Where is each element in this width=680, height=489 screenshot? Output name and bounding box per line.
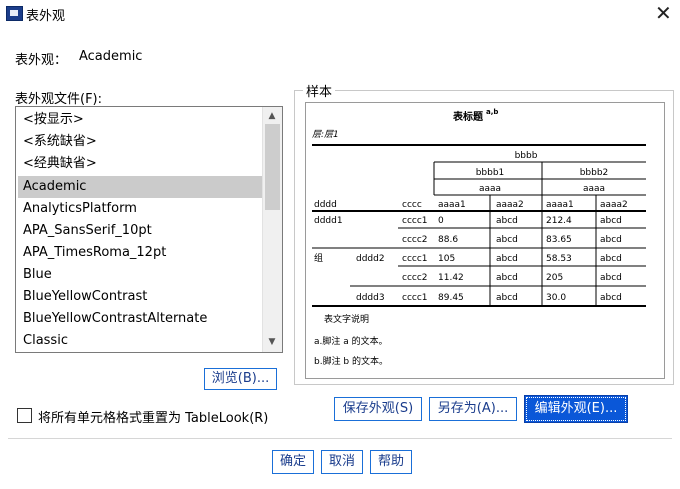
group-label: 组 bbox=[314, 252, 323, 264]
row-dim-cccc: cccc bbox=[402, 200, 422, 210]
reset-tablelook-label: 将所有单元格格式重置为 TableLook(R) bbox=[38, 411, 269, 426]
help-button[interactable]: 帮助 bbox=[370, 450, 412, 474]
cell: abcd bbox=[600, 273, 622, 283]
save-as-button[interactable]: 另存为(A)... bbox=[429, 397, 517, 421]
look-files-listbox[interactable]: <按显示> <系统缺省> <经典缺省> Academic AnalyticsPl… bbox=[15, 106, 283, 353]
sample-title-superscript: a,b bbox=[486, 108, 498, 116]
list-item[interactable]: AnalyticsPlatform bbox=[18, 198, 266, 220]
row-sub: cccc2 bbox=[402, 273, 428, 283]
col-leaf-3: aaaa1 bbox=[546, 200, 574, 210]
col-header-aaaa-1: aaaa bbox=[479, 184, 501, 194]
cell: 105 bbox=[438, 254, 455, 264]
col-leaf-1: aaaa1 bbox=[438, 200, 466, 210]
row-label: dddd1 bbox=[314, 216, 343, 226]
scroll-up-icon[interactable]: ▲ bbox=[266, 110, 278, 122]
cell: abcd bbox=[496, 254, 518, 264]
col-leaf-2: aaaa2 bbox=[496, 200, 524, 210]
scroll-down-icon[interactable]: ▼ bbox=[266, 336, 278, 348]
list-item[interactable]: <经典缺省> bbox=[18, 153, 266, 175]
sample-row-1: dddd1 cccc1 0 abcd 212.4 abcd bbox=[314, 216, 622, 226]
list-item[interactable]: <系统缺省> bbox=[18, 131, 266, 153]
sample-row-3: 组 dddd2 cccc1 105 abcd 58.53 abcd bbox=[314, 252, 622, 264]
row-label: dddd2 bbox=[356, 254, 385, 264]
list-item[interactable]: APA_TimesRoma_12pt bbox=[18, 242, 266, 264]
col-header-bbbb2: bbbb2 bbox=[580, 168, 609, 178]
cell: abcd bbox=[496, 235, 518, 245]
footer-separator bbox=[8, 438, 672, 439]
ok-button[interactable]: 确定 bbox=[272, 450, 314, 474]
app-icon bbox=[6, 6, 23, 21]
row-label: dddd3 bbox=[356, 293, 385, 303]
cell: abcd bbox=[600, 293, 622, 303]
sample-row-2: cccc2 88.6 abcd 83.65 abcd bbox=[402, 235, 622, 245]
row-sub: cccc1 bbox=[402, 216, 428, 226]
col-leaf-4: aaaa2 bbox=[600, 200, 628, 210]
sample-caption: 表文字说明 bbox=[324, 313, 369, 325]
list-item-selected[interactable]: Academic bbox=[18, 176, 266, 198]
cell: abcd bbox=[600, 216, 622, 226]
sample-footnote-b: b.脚注 b 的文本。 bbox=[314, 355, 388, 367]
cell: abcd bbox=[496, 293, 518, 303]
list-item[interactable]: Classic bbox=[18, 330, 266, 352]
row-sub: cccc1 bbox=[402, 293, 428, 303]
cell: abcd bbox=[600, 235, 622, 245]
save-look-button[interactable]: 保存外观(S) bbox=[334, 397, 422, 421]
sample-table-title: 表标题 bbox=[452, 110, 484, 123]
cell: 212.4 bbox=[546, 216, 572, 226]
cell: abcd bbox=[496, 216, 518, 226]
cell: 89.45 bbox=[438, 293, 464, 303]
list-item[interactable]: APA_SansSerif_10pt bbox=[18, 220, 266, 242]
files-label: 表外观文件(F): bbox=[15, 92, 103, 107]
browse-button[interactable]: 浏览(B)... bbox=[204, 368, 277, 390]
row-sub: cccc2 bbox=[402, 235, 428, 245]
cell: abcd bbox=[496, 273, 518, 283]
row-sub: cccc1 bbox=[402, 254, 428, 264]
reset-tablelook-checkbox[interactable] bbox=[17, 408, 32, 423]
window-title: 表外观 bbox=[26, 9, 66, 24]
sample-footnote-a: a.脚注 a 的文本。 bbox=[314, 335, 388, 347]
list-item[interactable]: BlueYellowContrast bbox=[18, 286, 266, 308]
cell: 30.0 bbox=[546, 293, 566, 303]
sample-row-4: cccc2 11.42 abcd 205 abcd bbox=[402, 273, 622, 283]
row-dim-dddd: dddd bbox=[314, 200, 337, 210]
list-scrollbar[interactable]: ▲ ▼ bbox=[262, 107, 282, 352]
title-bar bbox=[0, 0, 680, 27]
cell: 11.42 bbox=[438, 273, 464, 283]
cell: 83.65 bbox=[546, 235, 572, 245]
edit-look-button[interactable]: 编辑外观(E)... bbox=[524, 395, 628, 423]
list-item[interactable]: <按显示> bbox=[18, 109, 266, 131]
cell: 205 bbox=[546, 273, 563, 283]
close-icon[interactable]: ✕ bbox=[655, 1, 672, 25]
current-look-label: 表外观： bbox=[15, 53, 68, 68]
col-header-bbbb1: bbbb1 bbox=[476, 168, 505, 178]
cell: 0 bbox=[438, 216, 444, 226]
cell: abcd bbox=[600, 254, 622, 264]
sample-row-5: dddd3 cccc1 89.45 abcd 30.0 abcd bbox=[356, 293, 622, 303]
col-header-aaaa-2: aaaa bbox=[583, 184, 605, 194]
list-item[interactable]: BlueYellowContrastAlternate bbox=[18, 308, 266, 330]
cancel-button[interactable]: 取消 bbox=[321, 450, 363, 474]
sample-preview: 表标题 a,b 层:层1 bbbb bbbb1 bbbb2 aaaa aaaa … bbox=[305, 102, 665, 379]
col-header-bbbb: bbbb bbox=[515, 151, 538, 161]
sample-layer-label: 层:层1 bbox=[312, 129, 339, 140]
list-item[interactable]: Blue bbox=[18, 264, 266, 286]
sample-group-title: 样本 bbox=[303, 81, 336, 100]
cell: 88.6 bbox=[438, 235, 458, 245]
cell: 58.53 bbox=[546, 254, 572, 264]
current-look-value: Academic bbox=[79, 49, 143, 64]
scroll-thumb[interactable] bbox=[265, 124, 280, 210]
